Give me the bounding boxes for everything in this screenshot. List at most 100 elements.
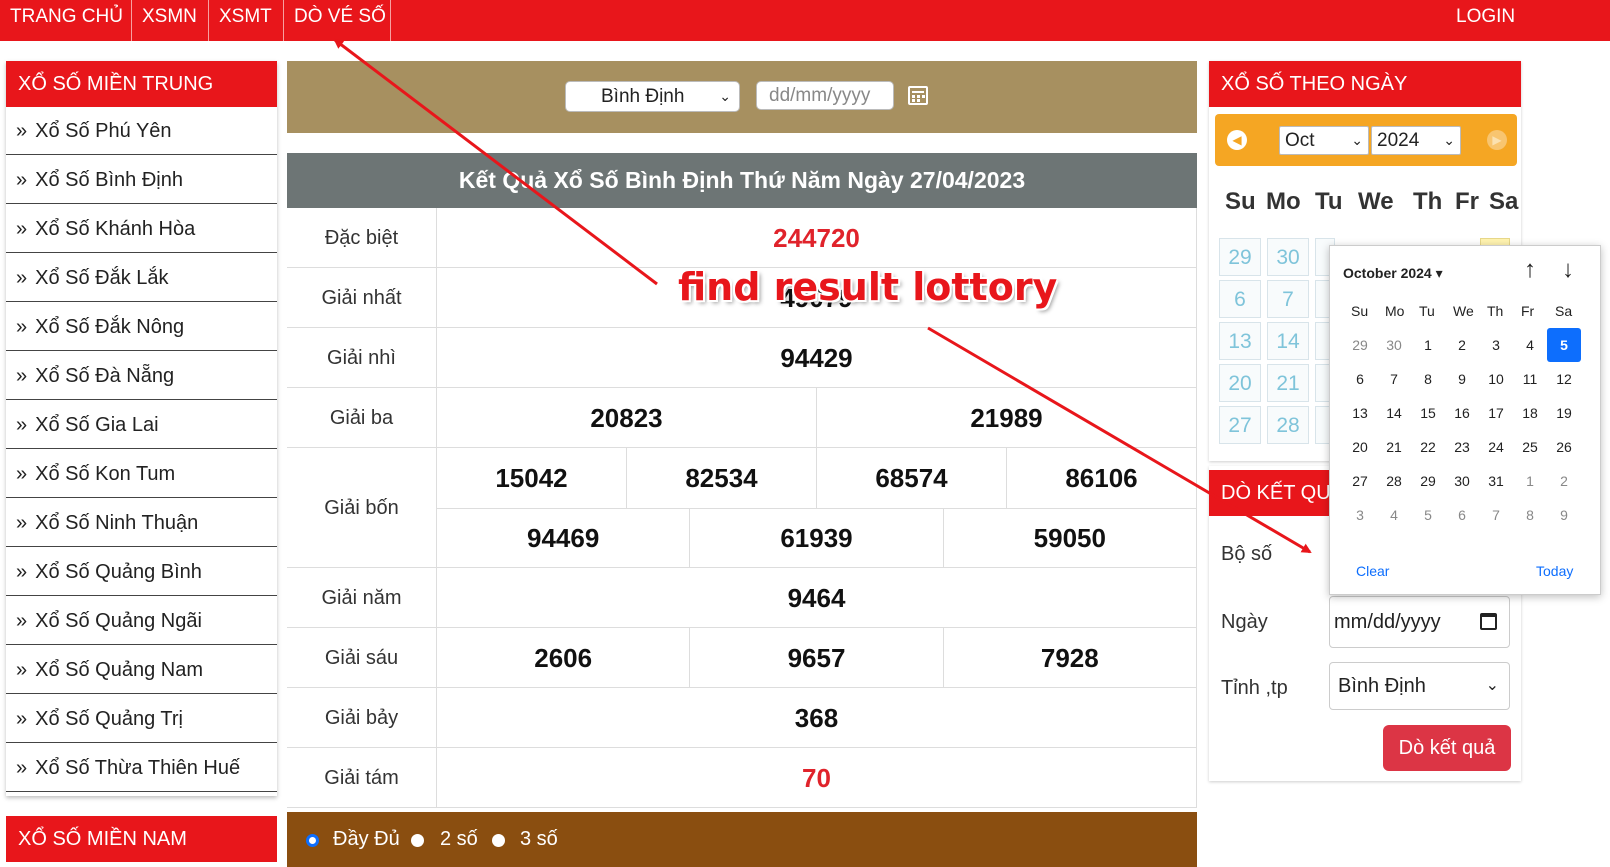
- prev-month-icon[interactable]: ◀: [1227, 130, 1247, 150]
- arrow-up-icon[interactable]: ↑: [1524, 256, 1536, 284]
- datepicker-day[interactable]: 23: [1445, 430, 1479, 464]
- calendar-icon[interactable]: [1480, 613, 1497, 630]
- sidebar-item[interactable]: » Xổ Số Thừa Thiên Huế: [6, 744, 277, 792]
- next-month-icon[interactable]: ▶: [1487, 130, 1507, 150]
- sidebar-item[interactable]: » Xổ Số Đắk Nông: [6, 303, 277, 351]
- weekday-header: Mo: [1266, 188, 1301, 215]
- year-select[interactable]: 2024 ⌄: [1371, 126, 1461, 155]
- radio-3-digit[interactable]: [492, 834, 505, 847]
- datepicker-day[interactable]: 1: [1411, 328, 1445, 362]
- nav-xsmn[interactable]: XSMN: [132, 0, 207, 41]
- datepicker-day[interactable]: 2: [1445, 328, 1479, 362]
- radio-2-digit[interactable]: [411, 834, 424, 847]
- sidebar-heading-mien-nam[interactable]: XỔ SỐ MIỀN NAM: [6, 816, 277, 862]
- datepicker-day[interactable]: 19: [1547, 396, 1581, 430]
- datepicker-day[interactable]: 29: [1343, 328, 1377, 362]
- sidebar-item[interactable]: » Xổ Số Đà Nẵng: [6, 352, 277, 400]
- sidebar-item[interactable]: » Xổ Số Đắk Lắk: [6, 254, 277, 302]
- datepicker-day[interactable]: 30: [1445, 464, 1479, 498]
- check-date-input[interactable]: mm/dd/yyyy: [1329, 596, 1510, 648]
- datepicker-day[interactable]: 20: [1343, 430, 1377, 464]
- datepicker-day[interactable]: 6: [1445, 498, 1479, 532]
- calendar-day[interactable]: 7: [1267, 280, 1309, 318]
- calendar-month-bar: ◀ Oct ⌄ 2024 ⌄ ▶: [1215, 114, 1517, 166]
- datepicker-day[interactable]: 8: [1411, 362, 1445, 396]
- sidebar-item[interactable]: » Xổ Số Ninh Thuận: [6, 499, 277, 547]
- datepicker-day[interactable]: 9: [1445, 362, 1479, 396]
- datepicker-day[interactable]: 3: [1343, 498, 1377, 532]
- datepicker-day[interactable]: 1: [1513, 464, 1547, 498]
- datepicker-day[interactable]: 29: [1411, 464, 1445, 498]
- sidebar-item[interactable]: » Xổ Số Quảng Trị: [6, 695, 277, 743]
- calendar-icon[interactable]: [908, 86, 928, 105]
- datepicker-day[interactable]: 5: [1547, 328, 1581, 362]
- datepicker-title[interactable]: October 2024 ▾: [1343, 265, 1443, 282]
- datepicker-day[interactable]: 13: [1343, 396, 1377, 430]
- sidebar-item[interactable]: » Xổ Số Phú Yên: [6, 107, 277, 155]
- datepicker-day[interactable]: 27: [1343, 464, 1377, 498]
- datepicker-day[interactable]: 14: [1377, 396, 1411, 430]
- calendar-day[interactable]: 21: [1267, 364, 1309, 402]
- nav-divider: [390, 0, 391, 41]
- sidebar-item[interactable]: » Xổ Số Quảng Nam: [6, 646, 277, 694]
- datepicker-day[interactable]: 30: [1377, 328, 1411, 362]
- login-link[interactable]: LOGIN: [1446, 0, 1525, 41]
- datepicker-today-button[interactable]: Today: [1536, 563, 1573, 579]
- sidebar-item[interactable]: » Xổ Số Khánh Hòa: [6, 205, 277, 253]
- datepicker-day[interactable]: 22: [1411, 430, 1445, 464]
- calendar-day[interactable]: 20: [1219, 364, 1261, 402]
- datepicker-day[interactable]: 10: [1479, 362, 1513, 396]
- datepicker-day[interactable]: 15: [1411, 396, 1445, 430]
- calendar-day[interactable]: 27: [1219, 406, 1261, 444]
- datepicker-day[interactable]: 17: [1479, 396, 1513, 430]
- sidebar-item[interactable]: » Xổ Số Bình Định: [6, 156, 277, 204]
- datepicker-day[interactable]: 18: [1513, 396, 1547, 430]
- calendar-day[interactable]: 30: [1267, 238, 1309, 276]
- chevron-right-icon: »: [16, 316, 28, 338]
- calendar-day[interactable]: 13: [1219, 322, 1261, 360]
- datepicker-weekday: Th: [1487, 303, 1504, 319]
- datepicker-day[interactable]: 3: [1479, 328, 1513, 362]
- number-label: Bộ số: [1221, 543, 1273, 565]
- datepicker-day[interactable]: 26: [1547, 430, 1581, 464]
- datepicker-day[interactable]: 2: [1547, 464, 1581, 498]
- sidebar-item[interactable]: » Xổ Số Gia Lai: [6, 401, 277, 449]
- sidebar-item[interactable]: » Xổ Số Quảng Ngãi: [6, 597, 277, 645]
- check-province-select[interactable]: Bình Định ⌄: [1329, 662, 1510, 710]
- sidebar-item[interactable]: » Xổ Số Quảng Bình: [6, 548, 277, 596]
- datepicker-day[interactable]: 16: [1445, 396, 1479, 430]
- datepicker-day[interactable]: 25: [1513, 430, 1547, 464]
- datepicker-day[interactable]: 11: [1513, 362, 1547, 396]
- calendar-day[interactable]: 6: [1219, 280, 1261, 318]
- datepicker-day[interactable]: 12: [1547, 362, 1581, 396]
- datepicker-day[interactable]: 7: [1377, 362, 1411, 396]
- province-select[interactable]: Bình Định ⌄: [565, 81, 740, 112]
- datepicker-day[interactable]: 31: [1479, 464, 1513, 498]
- datepicker-day[interactable]: 21: [1377, 430, 1411, 464]
- nav-do-ve-so[interactable]: DÒ VÉ SỐ: [284, 0, 396, 41]
- calendar-day[interactable]: 14: [1267, 322, 1309, 360]
- date-label: Ngày: [1221, 611, 1268, 633]
- radio-full[interactable]: [306, 834, 319, 847]
- datepicker-day[interactable]: 5: [1411, 498, 1445, 532]
- prize-number: 9657: [690, 628, 944, 688]
- datepicker-day[interactable]: 7: [1479, 498, 1513, 532]
- calendar-day[interactable]: 28: [1267, 406, 1309, 444]
- datepicker-day[interactable]: 9: [1547, 498, 1581, 532]
- datepicker-day[interactable]: 6: [1343, 362, 1377, 396]
- datepicker-day[interactable]: 24: [1479, 430, 1513, 464]
- date-input[interactable]: dd/mm/yyyy: [756, 81, 894, 110]
- datepicker-day[interactable]: 28: [1377, 464, 1411, 498]
- nav-xsmt[interactable]: XSMT: [209, 0, 282, 41]
- datepicker-day[interactable]: 4: [1513, 328, 1547, 362]
- calendar-day[interactable]: 29: [1219, 238, 1261, 276]
- month-select[interactable]: Oct ⌄: [1279, 126, 1369, 155]
- arrow-down-icon[interactable]: ↓: [1562, 256, 1574, 284]
- digit-options-bar: Đầy Đủ 2 số 3 số: [287, 812, 1197, 867]
- datepicker-clear-button[interactable]: Clear: [1356, 563, 1389, 579]
- datepicker-day[interactable]: 4: [1377, 498, 1411, 532]
- nav-home[interactable]: TRANG CHỦ: [0, 0, 133, 41]
- sidebar-item[interactable]: » Xổ Số Kon Tum: [6, 450, 277, 498]
- datepicker-day[interactable]: 8: [1513, 498, 1547, 532]
- check-result-button[interactable]: Dò kết quả: [1383, 725, 1511, 771]
